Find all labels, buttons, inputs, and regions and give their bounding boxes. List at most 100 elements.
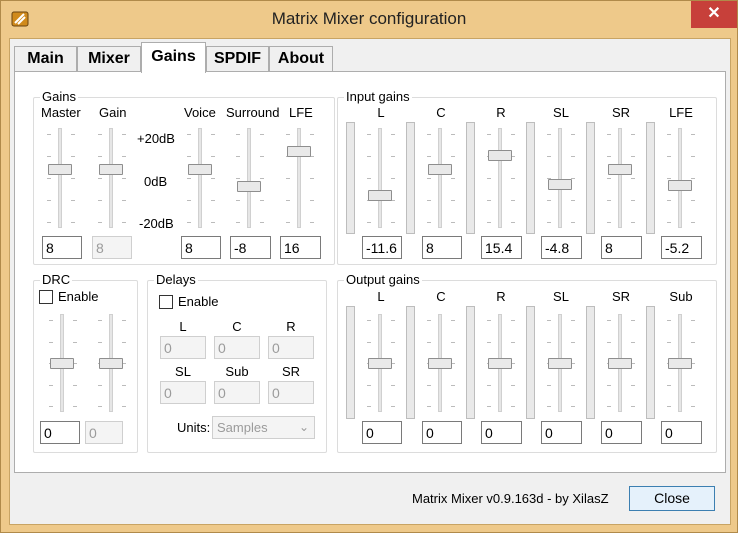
tab-mixer[interactable]: Mixer [77,46,141,72]
delay-input-sr [268,381,314,404]
slider-thumb[interactable] [237,181,261,192]
lfe-gain-slider[interactable] [280,128,320,228]
window-close-button[interactable]: ✕ [691,1,737,28]
input-gain-input-lfe[interactable] [661,236,702,259]
drc-enable-checkbox[interactable] [39,290,53,304]
slider-tick [631,406,635,407]
voice-gain-slider[interactable] [181,128,221,228]
slider-tick [487,406,491,407]
tab-gains[interactable]: Gains [141,42,206,73]
surround-gain-slider[interactable] [230,128,270,228]
input-gain-slider-l[interactable] [361,128,401,228]
slider-tick [286,178,290,179]
output-gain-slider-c[interactable] [421,314,461,412]
slider-thumb[interactable] [548,358,572,369]
input-gain-label-sl: SL [553,105,569,120]
slider-tick [367,320,371,321]
slider-tick [547,200,551,201]
slider-tick [73,320,77,321]
slider-thumb[interactable] [368,358,392,369]
slider-tick [547,342,551,343]
slider-thumb[interactable] [99,164,123,175]
slider-thumb[interactable] [488,150,512,161]
slider-thumb[interactable] [428,164,452,175]
slider-thumb[interactable] [99,358,123,369]
output-gain-input-sl[interactable] [541,421,582,444]
tab-about[interactable]: About [269,46,333,72]
input-gain-slider-lfe[interactable] [661,128,701,228]
output-gain-input-c[interactable] [422,421,462,444]
slider-thumb[interactable] [668,180,692,191]
slider-tick [487,385,491,386]
master-gain-input[interactable] [42,236,82,259]
drc-slider-2[interactable] [92,314,132,412]
output-gain-input-sub[interactable] [661,421,702,444]
output-level-meter-l [346,306,355,419]
input-gain-input-sr[interactable] [601,236,642,259]
slider-thumb[interactable] [608,358,632,369]
slider-tick [122,156,126,157]
slider-tick [367,342,371,343]
slider-tick [511,178,515,179]
slider-thumb[interactable] [287,146,311,157]
slider-tick [607,385,611,386]
slider-thumb[interactable] [428,358,452,369]
slider-thumb[interactable] [668,358,692,369]
app-window: Matrix Mixer configuration ✕ Main Mixer … [0,0,738,533]
gain-slider[interactable] [92,128,132,228]
delay-label-sr: SR [281,364,301,379]
output-gain-input-r[interactable] [481,421,522,444]
slider-tick [71,134,75,135]
input-gain-input-l[interactable] [362,236,402,259]
input-gain-input-sl[interactable] [541,236,582,259]
output-gain-slider-sl[interactable] [541,314,581,412]
slider-thumb[interactable] [50,358,74,369]
output-gain-slider-r[interactable] [481,314,521,412]
drc-input-1[interactable] [40,421,80,444]
slider-tick [122,200,126,201]
slider-tick [451,342,455,343]
output-gain-slider-l[interactable] [361,314,401,412]
slider-tick [187,178,191,179]
drc-slider-1[interactable] [43,314,83,412]
version-label: Matrix Mixer v0.9.163d - by XilasZ [412,491,609,506]
slider-tick [367,134,371,135]
input-gain-slider-c[interactable] [421,128,461,228]
slider-thumb[interactable] [368,190,392,201]
output-gain-input-sr[interactable] [601,421,642,444]
gains-header-master: Master [41,105,81,120]
delays-enable-checkbox[interactable] [159,295,173,309]
master-gain-slider[interactable] [41,128,81,228]
slider-track [58,128,62,228]
slider-tick [667,200,671,201]
close-button[interactable]: Close [629,486,715,511]
scale-label-minus20: -20dB [139,216,174,231]
output-gain-slider-sr[interactable] [601,314,641,412]
voice-gain-input[interactable] [181,236,221,259]
output-gain-label-sl: SL [553,289,569,304]
input-gain-slider-sr[interactable] [601,128,641,228]
slider-tick [631,222,635,223]
slider-thumb[interactable] [188,164,212,175]
delay-input-c [214,336,260,359]
output-gain-slider-sub[interactable] [661,314,701,412]
slider-thumb[interactable] [488,358,512,369]
slider-tick [211,134,215,135]
slider-tick [691,342,695,343]
input-gain-input-r[interactable] [481,236,522,259]
tab-spdif[interactable]: SPDIF [206,46,269,72]
slider-tick [49,385,53,386]
scale-label-plus20: +20dB [137,131,175,146]
slider-thumb[interactable] [548,179,572,190]
dialog-client: Main Mixer Gains SPDIF About Gains Maste… [9,38,731,525]
output-gain-input-l[interactable] [362,421,402,444]
input-gain-slider-r[interactable] [481,128,521,228]
input-gain-slider-sl[interactable] [541,128,581,228]
surround-gain-input[interactable] [230,236,271,259]
input-gain-input-c[interactable] [422,236,462,259]
slider-thumb[interactable] [48,164,72,175]
slider-tick [211,156,215,157]
tab-main[interactable]: Main [14,46,77,72]
slider-thumb[interactable] [608,164,632,175]
lfe-gain-input[interactable] [280,236,321,259]
